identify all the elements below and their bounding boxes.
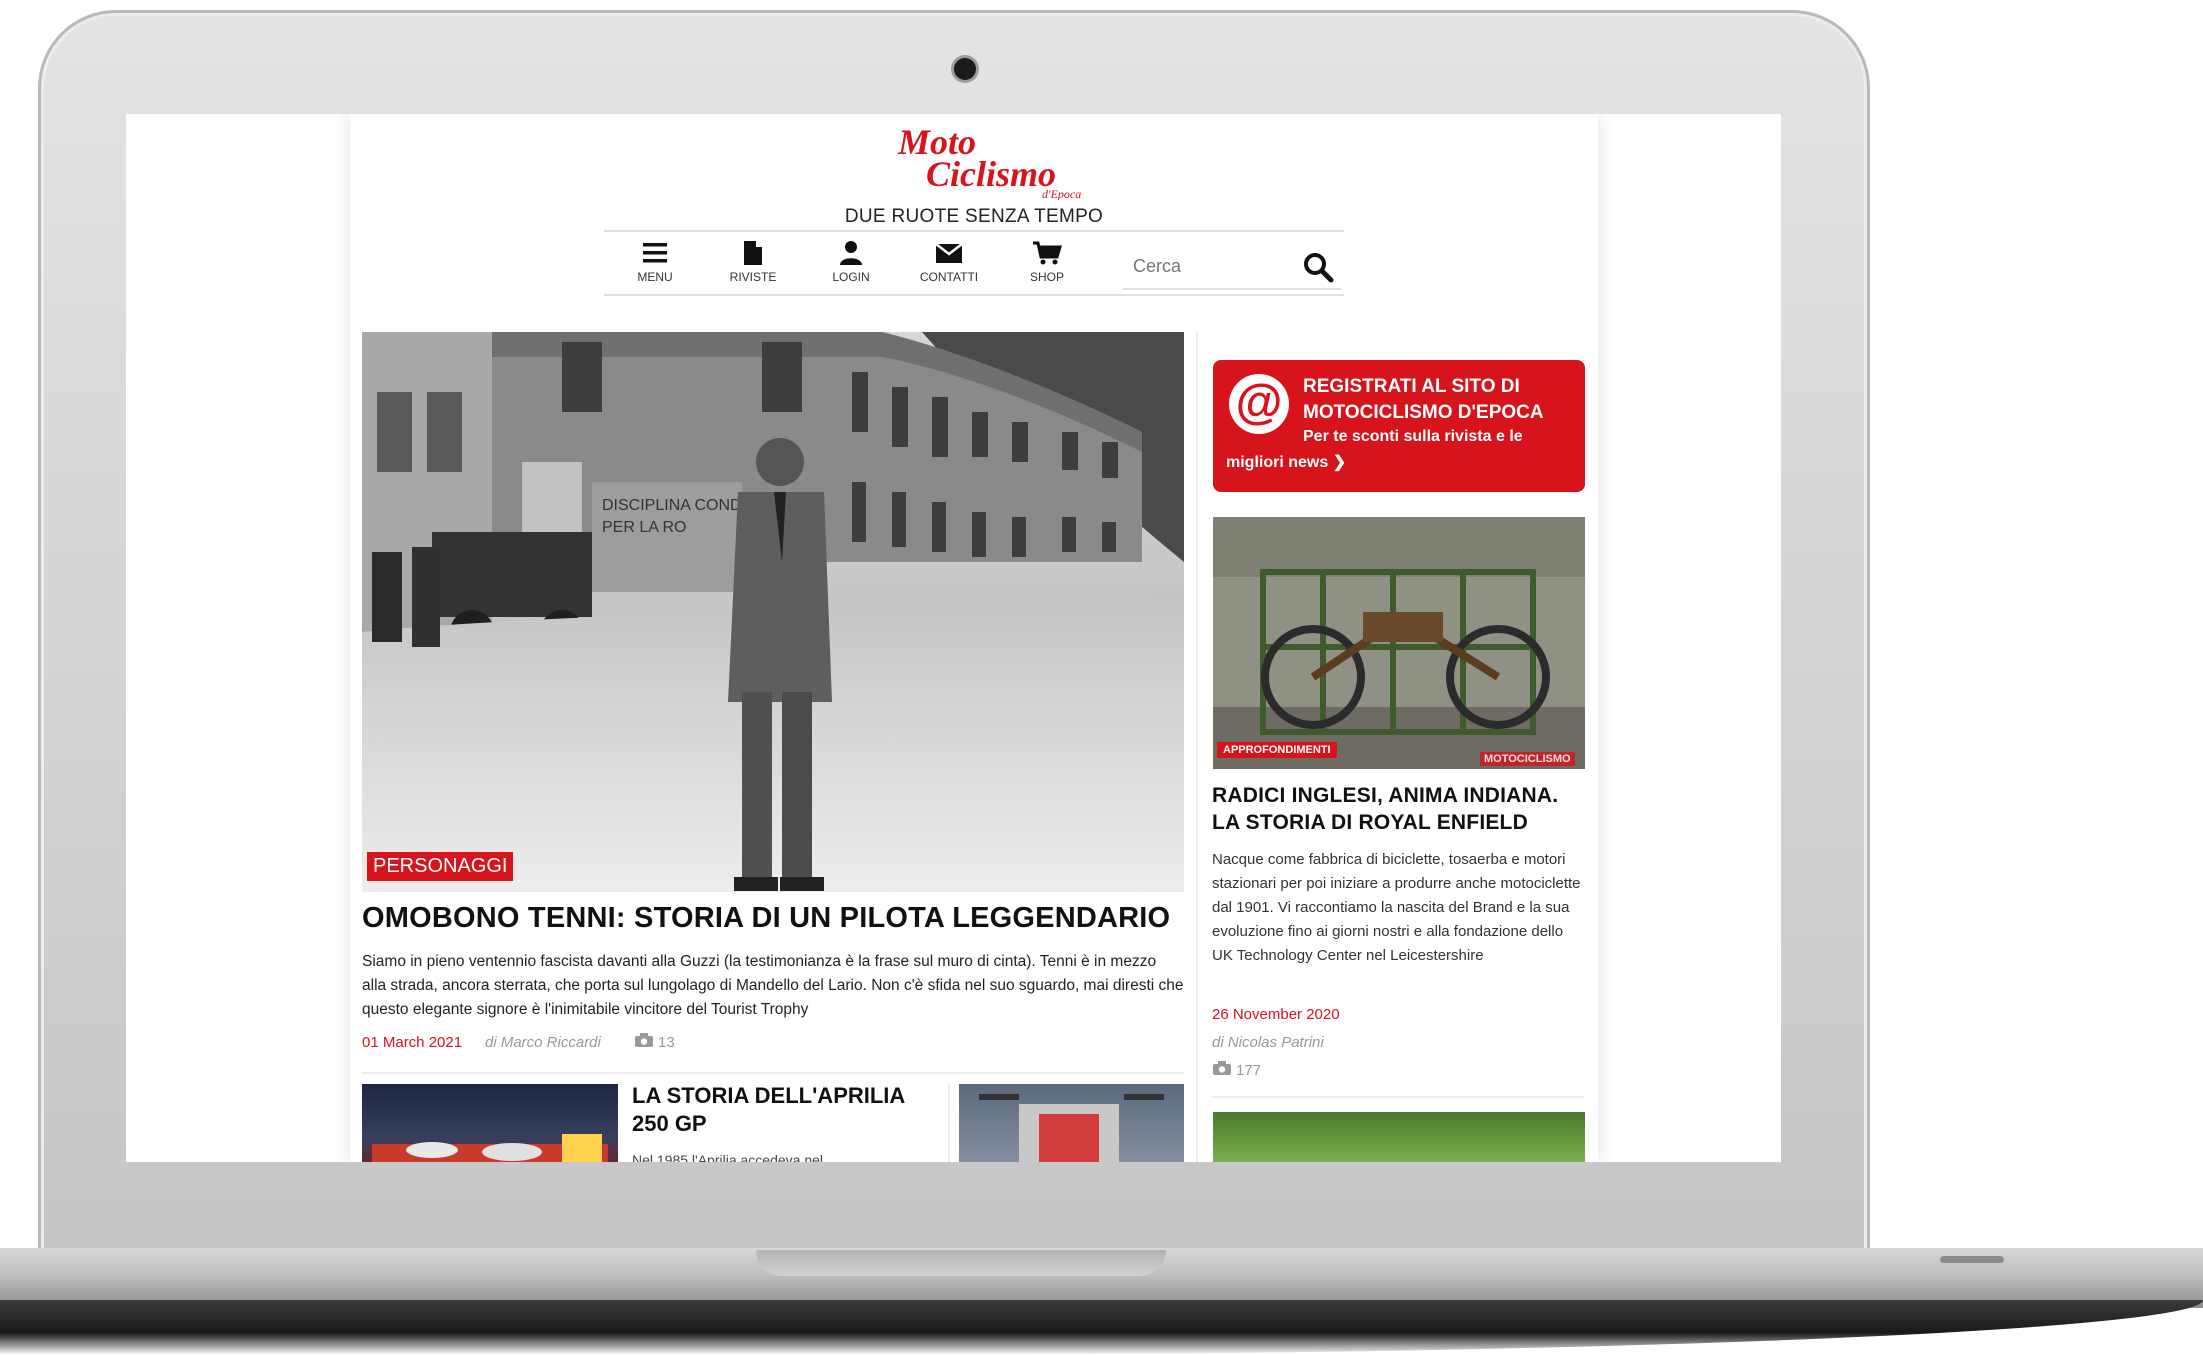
sidebar-article-category[interactable]: APPROFONDIMENTI	[1217, 742, 1337, 758]
divider	[362, 1072, 1184, 1074]
nav-item-menu[interactable]: MENU	[610, 240, 700, 292]
cart-icon	[1033, 241, 1062, 265]
wall-writing-1: DISCIPLINA CONDI	[602, 497, 746, 514]
camera-icon	[954, 58, 976, 80]
sidebar-article-photo-count: 177	[1236, 1062, 1262, 1079]
main-article-title[interactable]: OMOBONO TENNI: STORIA DI UN PILOTA LEGGE…	[362, 902, 1184, 935]
sub-article-image-2[interactable]	[959, 1084, 1184, 1162]
search-box	[1123, 244, 1341, 290]
site-tagline: DUE RUOTE SENZA TEMPO	[844, 206, 1104, 227]
sidebar-next-article-image[interactable]	[1213, 1112, 1585, 1162]
svg-text:d'Epoca: d'Epoca	[1042, 187, 1081, 200]
sidebar-article-excerpt: Nacque come fabbrica di biciclette, tosa…	[1212, 851, 1581, 964]
at-sign-icon: @	[1229, 374, 1289, 434]
laptop-base-shadow	[0, 1300, 2203, 1355]
nav-label-menu: MENU	[637, 270, 673, 284]
register-cta: migliori news ❯	[1226, 454, 1347, 471]
nav-item-shop[interactable]: SHOP	[1002, 240, 1092, 292]
main-article-excerpt: Siamo in pieno ventennio fascista davant…	[362, 953, 1184, 1018]
register-title: REGISTRATI AL SITO DI MOTOCICLISMO D'EPO…	[1303, 376, 1544, 423]
nav-label-riviste: RIVISTE	[729, 270, 777, 284]
camera-count-icon	[634, 1032, 654, 1052]
sidebar-article-title[interactable]: RADICI INGLESI, ANIMA INDIANA. LA STORIA…	[1212, 782, 1584, 836]
search-input[interactable]	[1131, 250, 1285, 282]
divider	[1212, 1096, 1584, 1098]
menu-icon	[643, 243, 667, 263]
site-logo[interactable]: Moto Ciclismo d'Epoca	[880, 118, 1120, 201]
main-article-date: 01 March 2021	[362, 1034, 463, 1051]
sidebar-article-date: 26 November 2020	[1212, 1006, 1340, 1023]
search-icon	[1304, 253, 1334, 283]
search-button[interactable]	[1301, 250, 1335, 284]
logo-graphic: Moto Ciclismo d'Epoca	[897, 122, 1081, 201]
sub-photo-graphic	[372, 1134, 608, 1162]
motorcycle-photo-graphic	[979, 1094, 1164, 1162]
document-icon	[744, 241, 762, 265]
nav-label-login: LOGIN	[832, 270, 870, 284]
laptop-hinge-notch	[756, 1250, 1166, 1276]
column-divider	[1196, 332, 1198, 1162]
nav-item-contatti[interactable]: CONTATTI	[904, 240, 994, 292]
sidebar-article-image[interactable]	[1213, 517, 1585, 769]
register-banner[interactable]: @ REGISTRATI AL SITO DI MOTOCICLISMO D'E…	[1213, 360, 1585, 492]
nav-item-riviste[interactable]: RIVISTE	[708, 240, 798, 292]
web-page: Moto Ciclismo d'Epoca DUE RUOTE SENZA TE…	[350, 114, 1598, 1162]
main-photo-graphic: DISCIPLINA CONDI PER LA RO	[362, 332, 1184, 892]
register-subtitle: Per te sconti sulla rivista e le	[1303, 428, 1523, 445]
nav-label-contatti: CONTATTI	[919, 270, 979, 284]
main-article-photo-count: 13	[658, 1034, 675, 1051]
royal-enfield-photo-graphic	[1213, 517, 1585, 769]
envelope-icon	[935, 243, 963, 263]
sub-article-title[interactable]: LA STORIA DELL'APRILIA 250 GP	[632, 1082, 932, 1138]
user-icon	[840, 241, 862, 265]
sidebar-article-author[interactable]: di Nicolas Patrini	[1212, 1034, 1324, 1051]
camera-count-icon	[1212, 1060, 1232, 1080]
main-article-author[interactable]: di Marco Riccardi	[485, 1034, 601, 1051]
divider	[948, 1084, 950, 1162]
laptop-indicator-light	[1940, 1256, 2004, 1263]
wall-writing-2: PER LA RO	[602, 519, 686, 536]
sub-article-image[interactable]	[362, 1084, 618, 1162]
main-article-category[interactable]: PERSONAGGI	[367, 852, 514, 881]
nav-label-shop: SHOP	[1029, 270, 1064, 284]
photo-watermark: MOTOCICLISMO	[1480, 752, 1575, 766]
svg-text:Ciclismo: Ciclismo	[926, 154, 1056, 194]
laptop-screen: Moto Ciclismo d'Epoca DUE RUOTE SENZA TE…	[126, 114, 1781, 1162]
sub-article-excerpt: Nel 1985 l'Aprilia accedeva nel	[632, 1152, 824, 1162]
main-article-image[interactable]: DISCIPLINA CONDI PER LA RO	[362, 332, 1184, 892]
nav-item-login[interactable]: LOGIN	[806, 240, 896, 292]
